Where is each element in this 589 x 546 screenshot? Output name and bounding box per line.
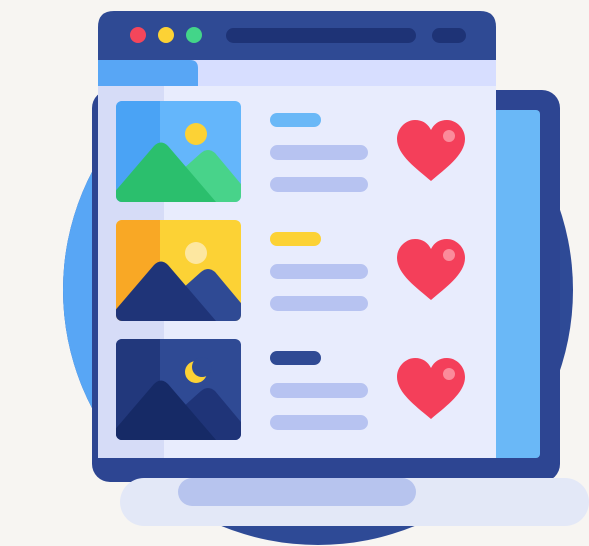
text-line: [270, 296, 368, 311]
thumbnail-content: [116, 220, 241, 321]
heart-highlight: [443, 130, 455, 142]
text-line: [270, 415, 368, 430]
mountain-night-icon: [116, 339, 241, 440]
heart-highlight: [443, 249, 455, 261]
laptop-trackpad-notch: [178, 478, 416, 506]
thumbnail-content: [116, 101, 241, 202]
title-line: [270, 232, 321, 246]
window-header-band-left: [98, 60, 198, 86]
moon-cutout: [192, 357, 212, 377]
close-dot-icon: [130, 27, 146, 43]
title-line: [270, 351, 321, 365]
sun-icon: [185, 242, 207, 264]
text-line: [270, 177, 368, 192]
minimize-dot-icon: [158, 27, 174, 43]
text-line: [270, 145, 368, 160]
address-bar: [226, 28, 416, 43]
photo-gallery-illustration: [63, 11, 589, 545]
sun-icon: [185, 123, 207, 145]
maximize-dot-icon: [186, 27, 202, 43]
heart-highlight: [443, 368, 455, 380]
mountain-day-icon: [116, 101, 241, 202]
thumbnail-content: [116, 339, 241, 440]
title-line: [270, 113, 321, 127]
mountain-sunset-icon: [116, 220, 241, 321]
menu-pill: [432, 28, 466, 43]
text-line: [270, 264, 368, 279]
text-line: [270, 383, 368, 398]
gallery-list: [116, 101, 465, 440]
